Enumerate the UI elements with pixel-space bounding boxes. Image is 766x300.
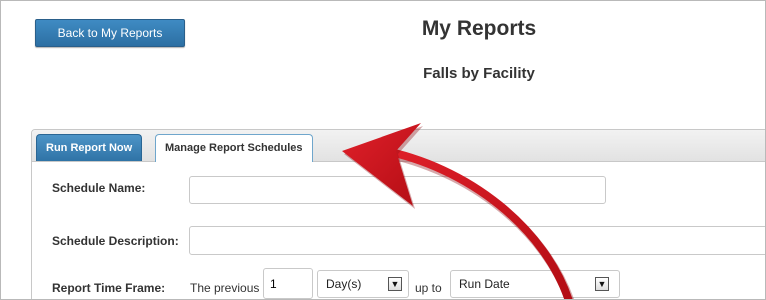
back-to-my-reports-button[interactable]: Back to My Reports: [35, 19, 185, 47]
report-subtitle: Falls by Facility: [423, 65, 535, 82]
report-time-frame-label: Report Time Frame:: [52, 281, 166, 295]
schedule-name-label: Schedule Name:: [52, 181, 146, 195]
report-panel: Run Report Now Manage Report Schedules S…: [31, 129, 765, 299]
time-unit-select[interactable]: Day(s) ▼: [317, 270, 409, 298]
the-previous-text: The previous: [190, 281, 260, 295]
tab-strip: Run Report Now Manage Report Schedules: [32, 130, 765, 162]
schedule-name-input[interactable]: [189, 176, 606, 204]
app-window: Back to My Reports My Reports Falls by F…: [0, 0, 766, 300]
schedule-description-input[interactable]: [189, 226, 765, 255]
end-date-value: Run Date: [459, 277, 510, 291]
tab-run-report-now[interactable]: Run Report Now: [36, 134, 143, 161]
end-date-select[interactable]: Run Date ▼: [450, 270, 620, 298]
chevron-down-icon[interactable]: ▼: [388, 277, 402, 291]
page-title: My Reports: [421, 17, 537, 40]
schedule-description-label: Schedule Description:: [52, 234, 179, 248]
up-to-text: up to: [415, 281, 442, 295]
time-frame-number-input[interactable]: [263, 268, 313, 299]
time-unit-value: Day(s): [326, 277, 362, 291]
chevron-down-icon[interactable]: ▼: [595, 277, 609, 291]
tab-manage-report-schedules[interactable]: Manage Report Schedules: [155, 134, 313, 162]
